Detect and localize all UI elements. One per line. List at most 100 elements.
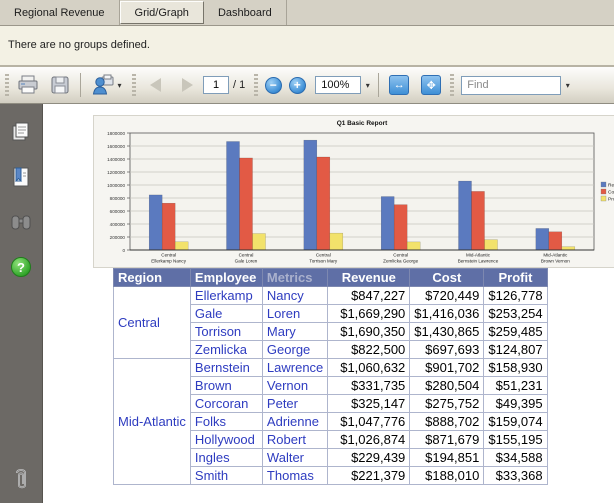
legend-label-profit: Profit	[608, 196, 614, 202]
employee-last-cell[interactable]: Ingles	[190, 449, 262, 467]
employee-first-cell[interactable]: Nancy	[262, 287, 327, 305]
cost-cell: $194,851	[410, 449, 484, 467]
export-dropdown-arrow[interactable]: ▾	[117, 81, 121, 90]
groups-message-panel: There are no groups defined.	[0, 26, 614, 67]
fit-width-button[interactable]: ↔	[383, 70, 415, 100]
cost-cell: $901,702	[410, 359, 484, 377]
attachments-button[interactable]	[7, 465, 35, 493]
toolbar-grip[interactable]	[5, 74, 9, 96]
employee-last-cell[interactable]: Torrison	[190, 323, 262, 341]
employee-first-cell[interactable]: Adrienne	[262, 413, 327, 431]
employee-first-cell[interactable]: Loren	[262, 305, 327, 323]
y-axis-tick-label: 800000	[110, 196, 126, 201]
bar-profit-0[interactable]	[175, 242, 188, 250]
y-axis-tick-label: 1000000	[107, 183, 125, 188]
grid-header-region[interactable]: Region	[114, 269, 191, 287]
help-icon: ?	[11, 257, 31, 277]
viewer-sidebar: ?	[0, 104, 43, 503]
bookmarks-button[interactable]	[7, 163, 35, 191]
bar-revenue-4[interactable]	[459, 181, 472, 250]
find-dropdown-arrow[interactable]: ▾	[561, 76, 574, 95]
employee-first-cell[interactable]: Thomas	[262, 467, 327, 485]
tab-grid-graph[interactable]: Grid/Graph	[120, 1, 204, 24]
employee-last-cell[interactable]: Hollywood	[190, 431, 262, 449]
employee-first-cell[interactable]: Peter	[262, 395, 327, 413]
employee-first-cell[interactable]: George	[262, 341, 327, 359]
zoom-level-dropdown-arrow[interactable]: ▾	[361, 76, 374, 95]
toolbar-grip[interactable]	[450, 74, 454, 96]
bar-profit-4[interactable]	[485, 240, 498, 250]
bar-cost-4[interactable]	[472, 191, 485, 250]
legend-label-revenue: Revenue	[608, 182, 614, 188]
report-page: Q1 Basic Report0200000400000600000800000…	[43, 104, 614, 503]
grid-header-revenue[interactable]: Revenue	[328, 269, 410, 287]
employee-last-cell[interactable]: Gale	[190, 305, 262, 323]
grid-header-cost[interactable]: Cost	[410, 269, 484, 287]
region-cell[interactable]: Central	[114, 287, 191, 359]
bar-cost-2[interactable]	[317, 157, 330, 250]
find-input[interactable]: Find	[461, 76, 561, 95]
bar-profit-1[interactable]	[253, 234, 266, 250]
employee-last-cell[interactable]: Folks	[190, 413, 262, 431]
grid-header-employee[interactable]: Employee	[190, 269, 262, 287]
employee-last-cell[interactable]: Corcoran	[190, 395, 262, 413]
bar-cost-3[interactable]	[394, 205, 407, 250]
bar-cost-5[interactable]	[549, 232, 562, 250]
chart-title: Q1 Basic Report	[337, 120, 388, 127]
bar-profit-3[interactable]	[407, 242, 420, 250]
zoom-out-icon: −	[265, 77, 282, 94]
previous-page-button[interactable]	[139, 70, 171, 100]
tab-regional-revenue[interactable]: Regional Revenue	[0, 0, 120, 25]
bar-revenue-3[interactable]	[381, 197, 394, 250]
bar-chart[interactable]: Q1 Basic Report0200000400000600000800000…	[94, 116, 614, 267]
next-page-button[interactable]	[171, 70, 203, 100]
bar-cost-1[interactable]	[240, 158, 253, 250]
toolbar-grip[interactable]	[254, 74, 258, 96]
help-button[interactable]: ?	[7, 253, 35, 281]
previous-page-icon	[150, 78, 161, 92]
bar-cost-0[interactable]	[162, 203, 175, 250]
export-button[interactable]: ▾	[85, 70, 129, 100]
cost-cell: $720,449	[410, 287, 484, 305]
employee-last-cell[interactable]: Zemlicka	[190, 341, 262, 359]
employee-first-cell[interactable]: Robert	[262, 431, 327, 449]
fit-page-button[interactable]: ✥	[415, 70, 447, 100]
employee-last-cell[interactable]: Bernstein	[190, 359, 262, 377]
employee-last-cell[interactable]: Brown	[190, 377, 262, 395]
employee-last-cell[interactable]: Ellerkamp	[190, 287, 262, 305]
zoom-in-icon: +	[289, 77, 306, 94]
revenue-cell: $1,669,290	[328, 305, 410, 323]
find-placeholder: Find	[467, 79, 488, 91]
print-button[interactable]	[12, 70, 44, 100]
report-grid: RegionEmployeeMetricsRevenueCostProfit C…	[113, 268, 548, 485]
bar-revenue-2[interactable]	[304, 140, 317, 250]
grid-header-profit[interactable]: Profit	[484, 269, 547, 287]
page-thumbnails-button[interactable]	[7, 118, 35, 146]
employee-first-cell[interactable]: Lawrence	[262, 359, 327, 377]
y-axis-tick-label: 1600000	[107, 144, 125, 149]
bar-revenue-5[interactable]	[536, 228, 549, 250]
page-number-input[interactable]	[203, 76, 229, 94]
zoom-in-button[interactable]: +	[285, 70, 309, 100]
employee-first-cell[interactable]: Walter	[262, 449, 327, 467]
zoom-out-button[interactable]: −	[261, 70, 285, 100]
bar-revenue-1[interactable]	[227, 141, 240, 250]
grid-header-metrics[interactable]: Metrics	[262, 269, 327, 287]
toolbar-grip[interactable]	[132, 74, 136, 96]
cost-cell: $1,416,036	[410, 305, 484, 323]
grid-body: CentralEllerkampNancy$847,227$720,449$12…	[114, 287, 548, 485]
tab-dashboard[interactable]: Dashboard	[204, 0, 287, 25]
search-results-button[interactable]	[7, 208, 35, 236]
employee-last-cell[interactable]: Smith	[190, 467, 262, 485]
employee-first-cell[interactable]: Mary	[262, 323, 327, 341]
x-axis-region-label: Central	[161, 253, 176, 258]
bar-profit-2[interactable]	[330, 233, 343, 250]
employee-first-cell[interactable]: Vernon	[262, 377, 327, 395]
zoom-level-select[interactable]: 100%	[315, 76, 361, 94]
save-button[interactable]	[44, 70, 76, 100]
save-icon	[50, 75, 70, 95]
region-cell[interactable]: Mid-Atlantic	[114, 359, 191, 485]
revenue-cell: $325,147	[328, 395, 410, 413]
x-axis-region-label: Central	[393, 253, 408, 258]
bar-revenue-0[interactable]	[149, 195, 162, 250]
